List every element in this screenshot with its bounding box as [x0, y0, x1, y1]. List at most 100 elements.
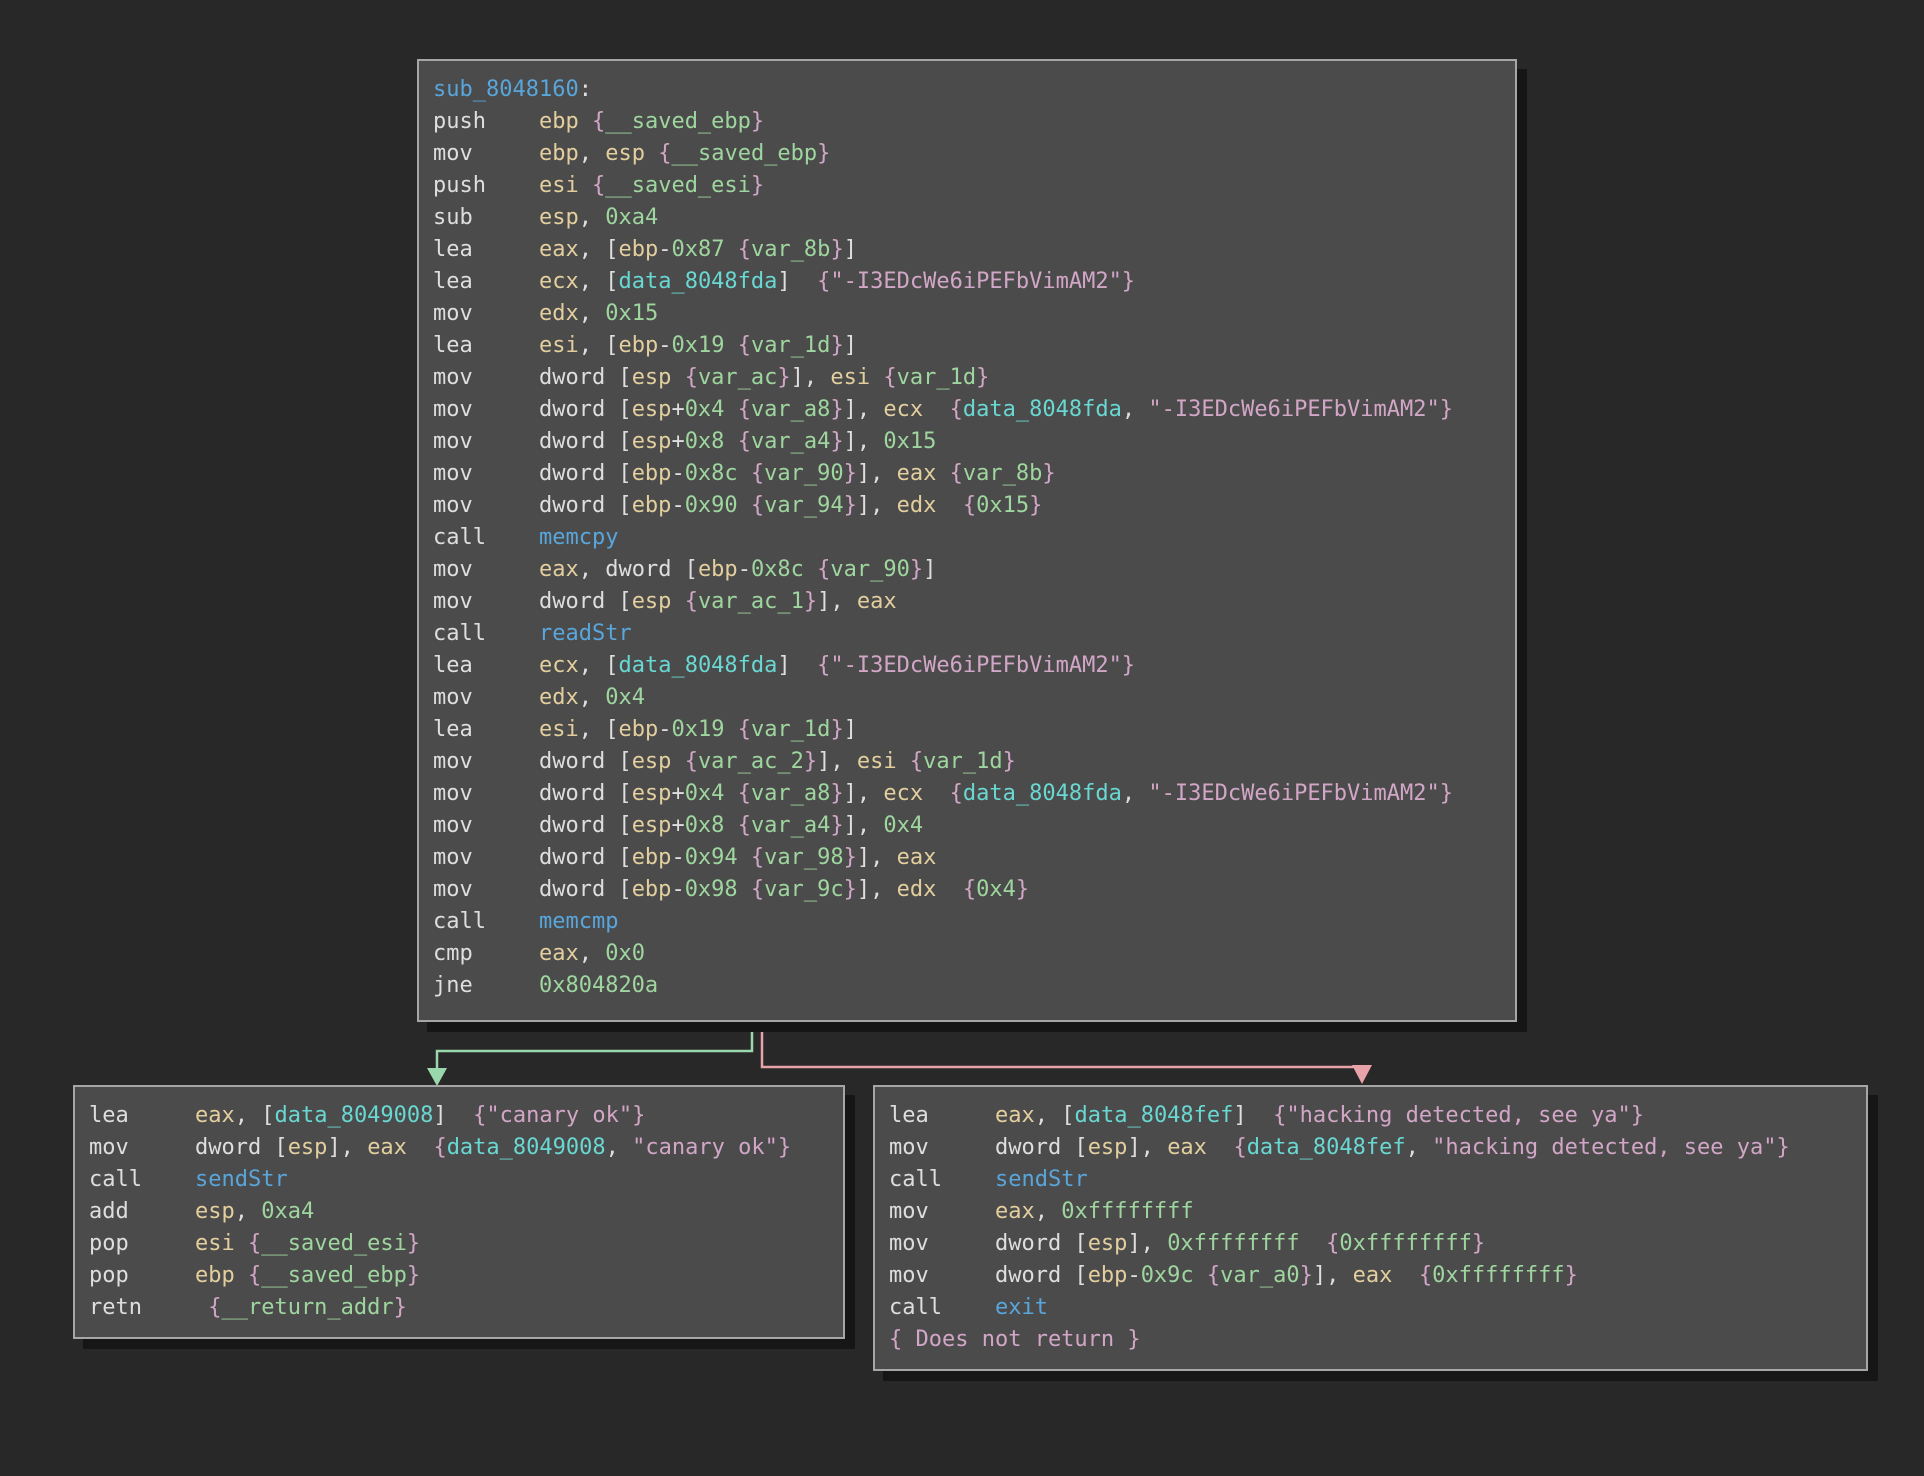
- asm-line[interactable]: jne 0x804820a: [433, 970, 1501, 1002]
- asm-line[interactable]: sub_8048160:: [433, 74, 1501, 106]
- asm-line[interactable]: mov dword [ebp-0x94 {var_98}], eax: [433, 842, 1501, 874]
- asm-token: ,: [235, 1199, 262, 1224]
- asm-line[interactable]: lea ecx, [data_8048fda] {"-I3EDcWe6iPEFb…: [433, 650, 1501, 682]
- asm-line[interactable]: mov dword [esp {var_ac}], esi {var_1d}: [433, 362, 1501, 394]
- asm-line[interactable]: mov dword [ebp-0x90 {var_94}], edx {0x15…: [433, 490, 1501, 522]
- asm-token: 0x4: [685, 781, 725, 806]
- asm-token: lea: [433, 333, 539, 358]
- asm-line[interactable]: call readStr: [433, 618, 1501, 650]
- asm-line[interactable]: mov dword [ebp-0x8c {var_90}], eax {var_…: [433, 458, 1501, 490]
- asm-token: data_8048fda: [618, 269, 777, 294]
- asm-line[interactable]: lea eax, [ebp-0x87 {var_8b}]: [433, 234, 1501, 266]
- asm-token: ],: [857, 461, 897, 486]
- asm-token: eax: [897, 461, 937, 486]
- asm-token: ebp: [539, 109, 579, 134]
- asm-line[interactable]: mov dword [esp], eax {data_8048fef, "hac…: [889, 1132, 1852, 1164]
- asm-token: eax: [367, 1135, 407, 1160]
- asm-token: cmp: [433, 941, 539, 966]
- asm-token: {"canary ok"}: [473, 1103, 645, 1128]
- asm-token: var_94: [764, 493, 843, 518]
- asm-line[interactable]: push ebp {__saved_ebp}: [433, 106, 1501, 138]
- asm-token: {: [751, 877, 764, 902]
- asm-line[interactable]: mov dword [esp+0x4 {var_a8}], ecx {data_…: [433, 394, 1501, 426]
- asm-line[interactable]: mov edx, 0x4: [433, 682, 1501, 714]
- asm-token: lea: [433, 717, 539, 742]
- asm-line[interactable]: lea eax, [data_8049008] {"canary ok"}: [89, 1100, 829, 1132]
- asm-line[interactable]: lea esi, [ebp-0x19 {var_1d}]: [433, 714, 1501, 746]
- asm-line[interactable]: mov dword [esp+0x4 {var_a8}], ecx {data_…: [433, 778, 1501, 810]
- asm-line[interactable]: mov dword [esp {var_ac_1}], eax: [433, 586, 1501, 618]
- asm-token: ebp: [698, 557, 738, 582]
- basic-block-false-branch[interactable]: lea eax, [data_8048fef] {"hacking detect…: [873, 1085, 1868, 1371]
- asm-token: 0x90: [685, 493, 738, 518]
- asm-token: ],: [1313, 1263, 1353, 1288]
- asm-token: {: [738, 333, 751, 358]
- asm-line[interactable]: add esp, 0xa4: [89, 1196, 829, 1228]
- asm-token: mov dword [: [433, 877, 632, 902]
- asm-token: }: [777, 365, 790, 390]
- asm-token: esi: [539, 173, 579, 198]
- asm-line[interactable]: lea esi, [ebp-0x19 {var_1d}]: [433, 330, 1501, 362]
- asm-token: ebp: [632, 461, 672, 486]
- asm-line[interactable]: call exit: [889, 1292, 1852, 1324]
- asm-token: mov dword [: [433, 397, 632, 422]
- asm-line[interactable]: mov dword [esp {var_ac_2}], esi {var_1d}: [433, 746, 1501, 778]
- asm-line[interactable]: mov dword [esp], 0xffffffff {0xffffffff}: [889, 1228, 1852, 1260]
- basic-block-entry[interactable]: sub_8048160:push ebp {__saved_ebp}mov eb…: [417, 59, 1517, 1022]
- asm-token: ]: [777, 653, 817, 678]
- asm-line[interactable]: lea eax, [data_8048fef] {"hacking detect…: [889, 1100, 1852, 1132]
- asm-token: call: [433, 909, 539, 934]
- asm-line[interactable]: mov edx, 0x15: [433, 298, 1501, 330]
- asm-line[interactable]: call sendStr: [889, 1164, 1852, 1196]
- arrowhead-false: [1352, 1065, 1372, 1084]
- asm-line[interactable]: mov dword [ebp-0x9c {var_a0}], eax {0xff…: [889, 1260, 1852, 1292]
- asm-line[interactable]: call sendStr: [89, 1164, 829, 1196]
- asm-token: {: [208, 1295, 221, 1320]
- asm-token: mov dword [: [433, 749, 632, 774]
- asm-token: , dword [: [579, 557, 698, 582]
- asm-line[interactable]: mov dword [esp+0x8 {var_a4}], 0x15: [433, 426, 1501, 458]
- asm-line[interactable]: mov ebp, esp {__saved_ebp}: [433, 138, 1501, 170]
- asm-line[interactable]: cmp eax, 0x0: [433, 938, 1501, 970]
- asm-token: [671, 365, 684, 390]
- asm-token: ],: [844, 429, 884, 454]
- asm-line[interactable]: mov dword [ebp-0x98 {var_9c}], edx {0x4}: [433, 874, 1501, 906]
- asm-token: ]: [923, 557, 936, 582]
- asm-line[interactable]: mov dword [esp], eax {data_8049008, "can…: [89, 1132, 829, 1164]
- asm-token: __saved_ebp: [605, 109, 751, 134]
- asm-line[interactable]: pop ebp {__saved_ebp}: [89, 1260, 829, 1292]
- asm-token: esp: [632, 429, 672, 454]
- asm-token: [738, 493, 751, 518]
- asm-token: ,: [1035, 1199, 1062, 1224]
- asm-token: jne: [433, 973, 539, 998]
- asm-token: , [: [579, 717, 619, 742]
- asm-token: }: [844, 493, 857, 518]
- asm-token: 0x4: [685, 397, 725, 422]
- asm-line[interactable]: pop esi {__saved_esi}: [89, 1228, 829, 1260]
- asm-token: -: [1127, 1263, 1140, 1288]
- asm-token: , [: [579, 237, 619, 262]
- asm-token: pop: [89, 1231, 195, 1256]
- asm-token: [671, 749, 684, 774]
- asm-line[interactable]: mov dword [esp+0x8 {var_a4}], 0x4: [433, 810, 1501, 842]
- asm-line[interactable]: call memcmp: [433, 906, 1501, 938]
- asm-token: __saved_esi: [261, 1231, 407, 1256]
- asm-token: edx: [539, 685, 579, 710]
- asm-token: ,: [1122, 781, 1149, 806]
- asm-token: mov: [433, 301, 539, 326]
- asm-line[interactable]: retn {__return_addr}: [89, 1292, 829, 1324]
- asm-line[interactable]: mov eax, dword [ebp-0x8c {var_90}]: [433, 554, 1501, 586]
- asm-token: retn: [89, 1295, 208, 1320]
- asm-token: 0x8c: [751, 557, 804, 582]
- asm-token: eax: [857, 589, 897, 614]
- asm-line[interactable]: lea ecx, [data_8048fda] {"-I3EDcWe6iPEFb…: [433, 266, 1501, 298]
- asm-token: {: [738, 429, 751, 454]
- basic-block-true-branch[interactable]: lea eax, [data_8049008] {"canary ok"}mov…: [73, 1085, 845, 1339]
- asm-line[interactable]: call memcpy: [433, 522, 1501, 554]
- asm-line[interactable]: sub esp, 0xa4: [433, 202, 1501, 234]
- asm-line[interactable]: mov eax, 0xffffffff: [889, 1196, 1852, 1228]
- asm-token: ],: [817, 589, 857, 614]
- asm-token: [1300, 1231, 1327, 1256]
- asm-line[interactable]: push esi {__saved_esi}: [433, 170, 1501, 202]
- asm-line[interactable]: { Does not return }: [889, 1324, 1852, 1356]
